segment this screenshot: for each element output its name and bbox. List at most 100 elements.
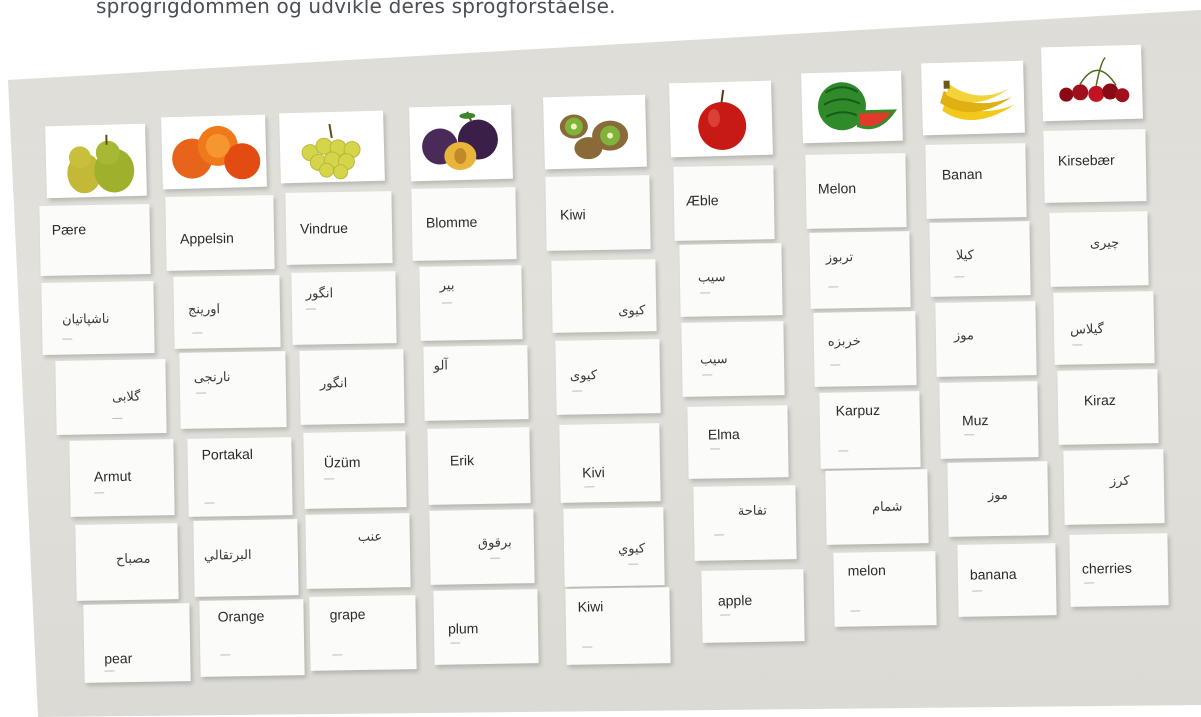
pear-english-card: pear [83, 603, 191, 683]
melon-image-card [801, 70, 903, 144]
card-dash [702, 374, 713, 376]
word-english: cherries [1081, 559, 1132, 577]
plum-turkish-card: Erik [427, 427, 531, 505]
word-danish: Kiwi [559, 206, 586, 223]
word-farsi: بير [439, 278, 455, 294]
banana-arabic1-card: موز [935, 301, 1037, 377]
kiwi-english-card: Kiwi [565, 587, 671, 665]
word-english: apple [717, 592, 753, 609]
orange-turkish-card: Portakal [187, 437, 293, 517]
card-dash [441, 302, 453, 304]
word-farsi: كيلا [955, 248, 974, 264]
word-english: melon [847, 561, 886, 579]
card-dash [964, 434, 975, 436]
word-turkish: Üzüm [323, 453, 361, 471]
card-dash [572, 390, 583, 392]
card-dash [720, 614, 731, 616]
pear-arabic1-card: گلابی [55, 359, 167, 435]
word-arabic1: گيلاس [1069, 322, 1104, 338]
word-farsi: چيرى [1089, 235, 1120, 252]
pear-arabic2-card: مصباح [75, 523, 179, 601]
word-danish: Banan [941, 165, 983, 183]
pear-image-card [45, 123, 147, 199]
apple-danish-card: Æble [673, 165, 775, 241]
plum-danish-card: Blomme [411, 187, 517, 261]
word-farsi: اورينج [187, 302, 221, 318]
word-danish: Æble [685, 192, 719, 209]
card-dash [1084, 582, 1095, 584]
card-dash [450, 642, 461, 644]
card-dash [714, 534, 725, 536]
word-danish: Blomme [425, 213, 478, 231]
word-turkish: Erik [449, 452, 475, 469]
grape-arabic1-card: انگور [299, 349, 405, 425]
word-english: banana [969, 565, 1017, 583]
word-arabic1: آلو [433, 358, 449, 374]
word-arabic1: نارنجی [193, 370, 231, 386]
apple-arabic2-card: تفاحة [693, 485, 797, 561]
word-danish: Kirsebær [1057, 151, 1115, 169]
grape-danish-card: Vindrue [285, 191, 393, 265]
card-dash [850, 610, 861, 612]
kiwi-arabic2-card: كيوي [563, 507, 665, 587]
plum-arabic2-card: برقوق [429, 509, 535, 585]
apple-turkish-card: Elma [687, 405, 789, 479]
card-dash [830, 364, 841, 366]
card-dash [196, 392, 207, 394]
word-arabic2: كرز [1109, 473, 1130, 490]
melon-arabic2-card: شمام [825, 469, 929, 545]
banana-icon [940, 80, 1015, 121]
banana-image-card [921, 60, 1025, 136]
word-turkish: Elma [707, 425, 740, 443]
card-dash [104, 670, 115, 672]
orange-icon [172, 125, 261, 180]
kiwi-image-card [543, 94, 647, 170]
word-english: Kiwi [577, 598, 604, 615]
word-farsi: ناشپاتیان [61, 311, 110, 328]
card-dash [972, 590, 983, 592]
orange-danish-card: Appelsin [165, 195, 275, 271]
card-dash [490, 557, 501, 559]
word-danish: Melon [817, 179, 857, 197]
word-turkish: Muz [961, 412, 989, 429]
word-arabic1: كيوى [569, 368, 598, 384]
card-dash [838, 450, 849, 452]
card-dash [332, 654, 343, 656]
card-dash [306, 308, 317, 310]
word-farsi: تربوز [825, 250, 854, 266]
kiwi-arabic1-card: كيوى [555, 339, 661, 415]
word-farsi: انگور [305, 286, 334, 302]
kiwi-farsi-card: كيوى [551, 259, 657, 333]
word-arabic1: گلابی [111, 389, 141, 405]
cherry-image-card [1041, 44, 1143, 122]
word-arabic2: تفاحة [737, 503, 768, 520]
word-arabic2: عنب [357, 529, 383, 546]
cherry-arabic1-card: گيلاس [1053, 291, 1155, 365]
word-turkish: Kivi [582, 464, 605, 481]
melon-english-card: melon [833, 551, 937, 627]
caption-text: sprogrigdommen og udvikle deres sprogfor… [96, 0, 616, 18]
card-dash [1072, 344, 1083, 346]
banana-arabic2-card: موز [947, 461, 1049, 537]
card-dash [710, 448, 721, 450]
card-dash [584, 486, 595, 488]
word-arabic2: البرتقالي [203, 547, 252, 564]
banana-turkish-card: Muz [939, 381, 1039, 459]
word-english: Orange [217, 607, 265, 625]
word-arabic2: برقوق [477, 535, 512, 552]
pear-icon [67, 134, 135, 194]
banana-english-card: banana [957, 543, 1057, 617]
grape-arabic2-card: عنب [305, 513, 411, 589]
apple-arabic1-card: سيب [681, 321, 785, 397]
cherry-english-card: cherries [1069, 533, 1169, 607]
kiwi-turkish-card: Kivi [559, 423, 661, 503]
grape-farsi-card: انگور [291, 271, 397, 345]
melon-farsi-card: تربوز [809, 231, 911, 309]
cherry-turkish-card: Kiraz [1057, 369, 1159, 445]
word-arabic1: انگور [319, 376, 348, 392]
orange-arabic1-card: نارنجی [179, 351, 287, 429]
word-arabic2: شمام [871, 499, 903, 516]
card-dash [112, 417, 123, 419]
pear-danish-card: Pære [39, 204, 151, 276]
banana-danish-card: Banan [925, 143, 1027, 219]
